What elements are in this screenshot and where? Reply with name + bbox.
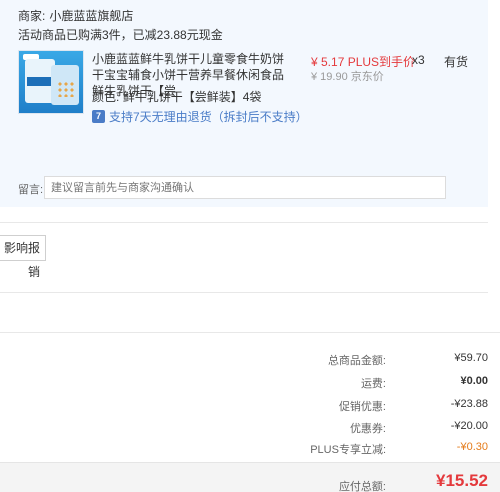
summary-value: -¥0.30 xyxy=(456,441,488,453)
remark-label: 留言: xyxy=(18,184,44,196)
remark-input[interactable] xyxy=(44,176,446,199)
divider xyxy=(0,222,488,223)
return-policy-text: 支持7天无理由退货（拆封后不支持） xyxy=(109,110,308,124)
summary-row-promotion: 促销优惠: -¥23.88 xyxy=(0,398,500,414)
summary-row-plus-discount: PLUS专享立减: -¥0.30 xyxy=(0,441,500,457)
summary-value: ¥59.70 xyxy=(454,352,488,364)
return-policy-icon: 7 xyxy=(92,110,105,123)
biscuit-icon xyxy=(57,81,75,97)
original-price: ¥ 19.90 京东价 xyxy=(311,71,384,83)
divider xyxy=(0,292,488,293)
summary-label: 优惠券: xyxy=(349,423,386,435)
summary-label: PLUS专享立减: xyxy=(310,444,386,456)
summary-value: -¥23.88 xyxy=(450,398,488,410)
summary-label: 运费: xyxy=(360,378,386,390)
summary-value: -¥20.00 xyxy=(450,420,488,432)
promo-text: 活动商品已购满3件，已减23.88元现金 xyxy=(18,28,223,42)
summary-value: ¥0.00 xyxy=(460,375,488,387)
color-value: 鲜牛乳饼干【尝鲜装】4袋 xyxy=(122,90,262,104)
stock-status: 有货 xyxy=(444,55,469,69)
summary-row-coupon: 优惠券: -¥20.00 xyxy=(0,420,500,436)
total-value: ¥15.52 xyxy=(436,471,488,490)
shop-label: 商家: xyxy=(18,9,46,23)
quantity: x3 xyxy=(412,53,425,67)
shop-line: 商家: 小鹿蓝蓝旗舰店 xyxy=(18,7,133,24)
shop-name[interactable]: 小鹿蓝蓝旗舰店 xyxy=(49,9,133,23)
total-bar: 应付总额: ¥15.52 xyxy=(0,462,500,492)
product-color: 颜色: 鲜牛乳饼干【尝鲜装】4袋 xyxy=(92,88,261,105)
divider xyxy=(0,332,500,333)
package-label-icon xyxy=(27,77,53,86)
summary-label: 促销优惠: xyxy=(338,401,386,413)
color-label: 颜色: xyxy=(92,90,120,104)
return-policy: 7 支持7天无理由退货（拆封后不支持） xyxy=(92,108,308,125)
order-block: 商家: 小鹿蓝蓝旗舰店 活动商品已购满3件，已减23.88元现金 小鹿蓝蓝鲜牛乳饼… xyxy=(0,0,488,207)
product-image[interactable] xyxy=(18,50,84,114)
summary-row-shipping: 运费: ¥0.00 xyxy=(0,375,500,391)
summary-label: 总商品金额: xyxy=(327,355,386,367)
invoice-button[interactable]: 影响报销 xyxy=(0,235,46,279)
summary-row-subtotal: 总商品金额: ¥59.70 xyxy=(0,352,500,368)
total-label: 应付总额: xyxy=(338,481,386,492)
